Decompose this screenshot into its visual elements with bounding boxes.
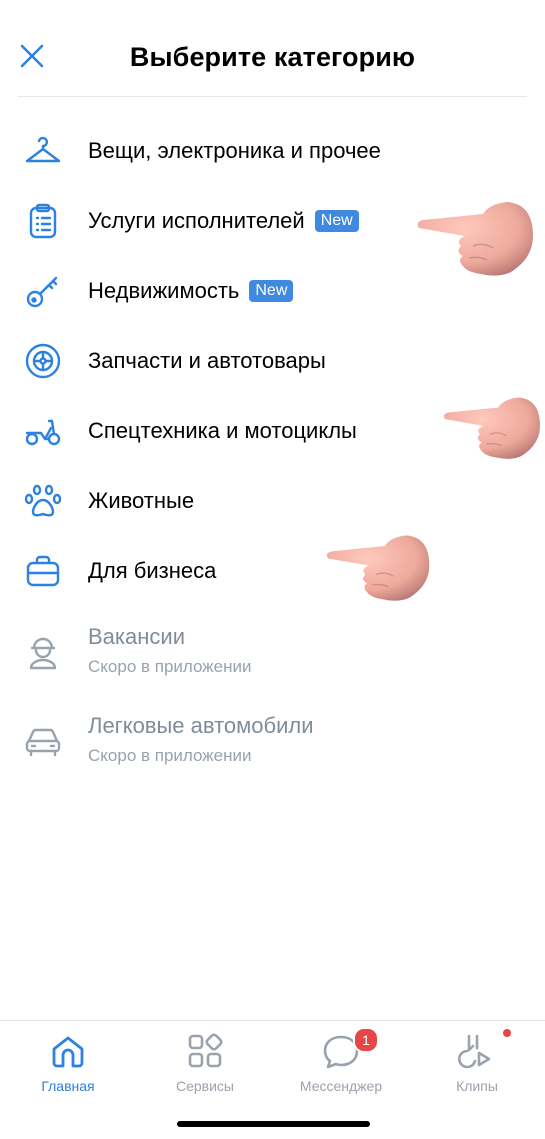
key-icon xyxy=(22,270,64,312)
category-sublabel: Скоро в приложении xyxy=(88,746,252,765)
tab-home[interactable]: Главная xyxy=(8,1027,128,1097)
clips-icon xyxy=(458,1034,491,1069)
tab-label: Сервисы xyxy=(175,1078,234,1094)
category-label: Вещи, электроника и прочее xyxy=(88,138,381,163)
category-label: Запчасти и автотовары xyxy=(88,348,326,373)
new-badge: New xyxy=(314,210,359,232)
messenger-counter-badge: 1 xyxy=(353,1027,379,1053)
services-icon xyxy=(188,1033,223,1068)
briefcase-icon xyxy=(22,550,64,592)
tab-label: Клипы xyxy=(456,1078,498,1094)
header-divider xyxy=(18,96,527,97)
pointing-hand-icon xyxy=(413,196,533,291)
wheel-icon xyxy=(22,340,64,382)
tab-messenger[interactable]: 1 Мессенджер xyxy=(281,1027,401,1097)
tab-clips[interactable]: Клипы xyxy=(417,1027,537,1097)
motorcycle-icon xyxy=(22,410,64,452)
header: Выберите категорию xyxy=(0,0,545,98)
category-label: Легковые автомобили xyxy=(88,713,314,738)
clips-notification-dot xyxy=(503,1029,511,1037)
category-label: Вакансии xyxy=(88,624,185,649)
new-badge: New xyxy=(249,280,294,302)
home-indicator xyxy=(177,1121,370,1127)
category-sublabel: Скоро в приложении xyxy=(88,657,252,676)
car-icon xyxy=(22,720,64,762)
category-item-vacancies: Вакансии Скоро в приложении xyxy=(0,617,545,687)
category-item-goods[interactable]: Вещи, электроника и прочее xyxy=(0,120,545,182)
category-item-autoparts[interactable]: Запчасти и автотовары xyxy=(0,330,545,392)
category-label: Спецтехника и мотоциклы xyxy=(88,418,357,443)
paw-icon xyxy=(22,480,64,522)
category-item-business[interactable]: Для бизнеса xyxy=(0,540,545,602)
category-item-cars: Легковые автомобили Скоро в приложении xyxy=(0,706,545,776)
category-label: Недвижимость New xyxy=(88,278,294,304)
home-icon xyxy=(52,1036,84,1068)
worker-icon xyxy=(22,631,64,673)
category-label: Животные xyxy=(88,488,195,513)
pointing-hand-icon xyxy=(320,530,432,615)
tab-label: Мессенджер xyxy=(299,1078,383,1094)
tab-services[interactable]: Сервисы xyxy=(145,1027,265,1097)
category-item-animals[interactable]: Животные xyxy=(0,470,545,532)
page-title: Выберите категорию xyxy=(129,42,416,72)
category-label: Для бизнеса xyxy=(88,558,217,583)
hanger-icon xyxy=(22,130,64,172)
category-label: Услуги исполнителей New xyxy=(88,208,359,234)
pointing-hand-icon xyxy=(440,392,540,473)
tab-label: Главная xyxy=(41,1078,95,1094)
clipboard-icon xyxy=(22,200,64,242)
